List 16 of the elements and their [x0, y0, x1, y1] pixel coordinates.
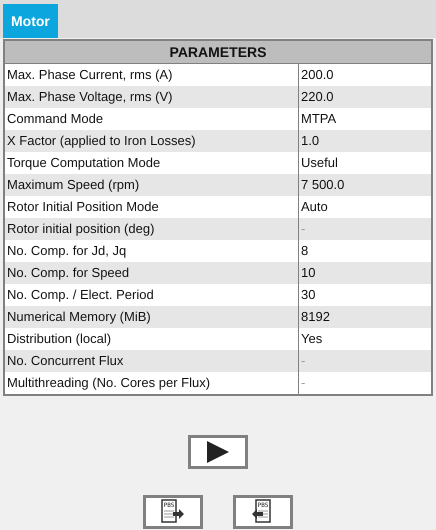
run-button[interactable] [188, 435, 248, 469]
parameter-value[interactable]: MTPA [299, 108, 431, 130]
parameter-value[interactable]: Yes [299, 328, 431, 350]
parameter-value[interactable]: Auto [299, 196, 431, 218]
play-icon [205, 440, 231, 464]
parameter-value[interactable]: Useful [299, 152, 431, 174]
parameter-value[interactable]: 220.0 [299, 86, 431, 108]
parameter-value[interactable]: 200.0 [299, 64, 431, 86]
parameter-value[interactable]: 1.0 [299, 130, 431, 152]
parameter-value[interactable]: 8192 [299, 306, 431, 328]
parameter-value[interactable]: 30 [299, 284, 431, 306]
table-header: PARAMETERS [5, 41, 431, 64]
parameter-value[interactable]: 8 [299, 240, 431, 262]
parameter-label: Multithreading (No. Cores per Flux) [5, 372, 299, 394]
parameter-value[interactable]: 10 [299, 262, 431, 284]
parameter-value[interactable]: 7 500.0 [299, 174, 431, 196]
